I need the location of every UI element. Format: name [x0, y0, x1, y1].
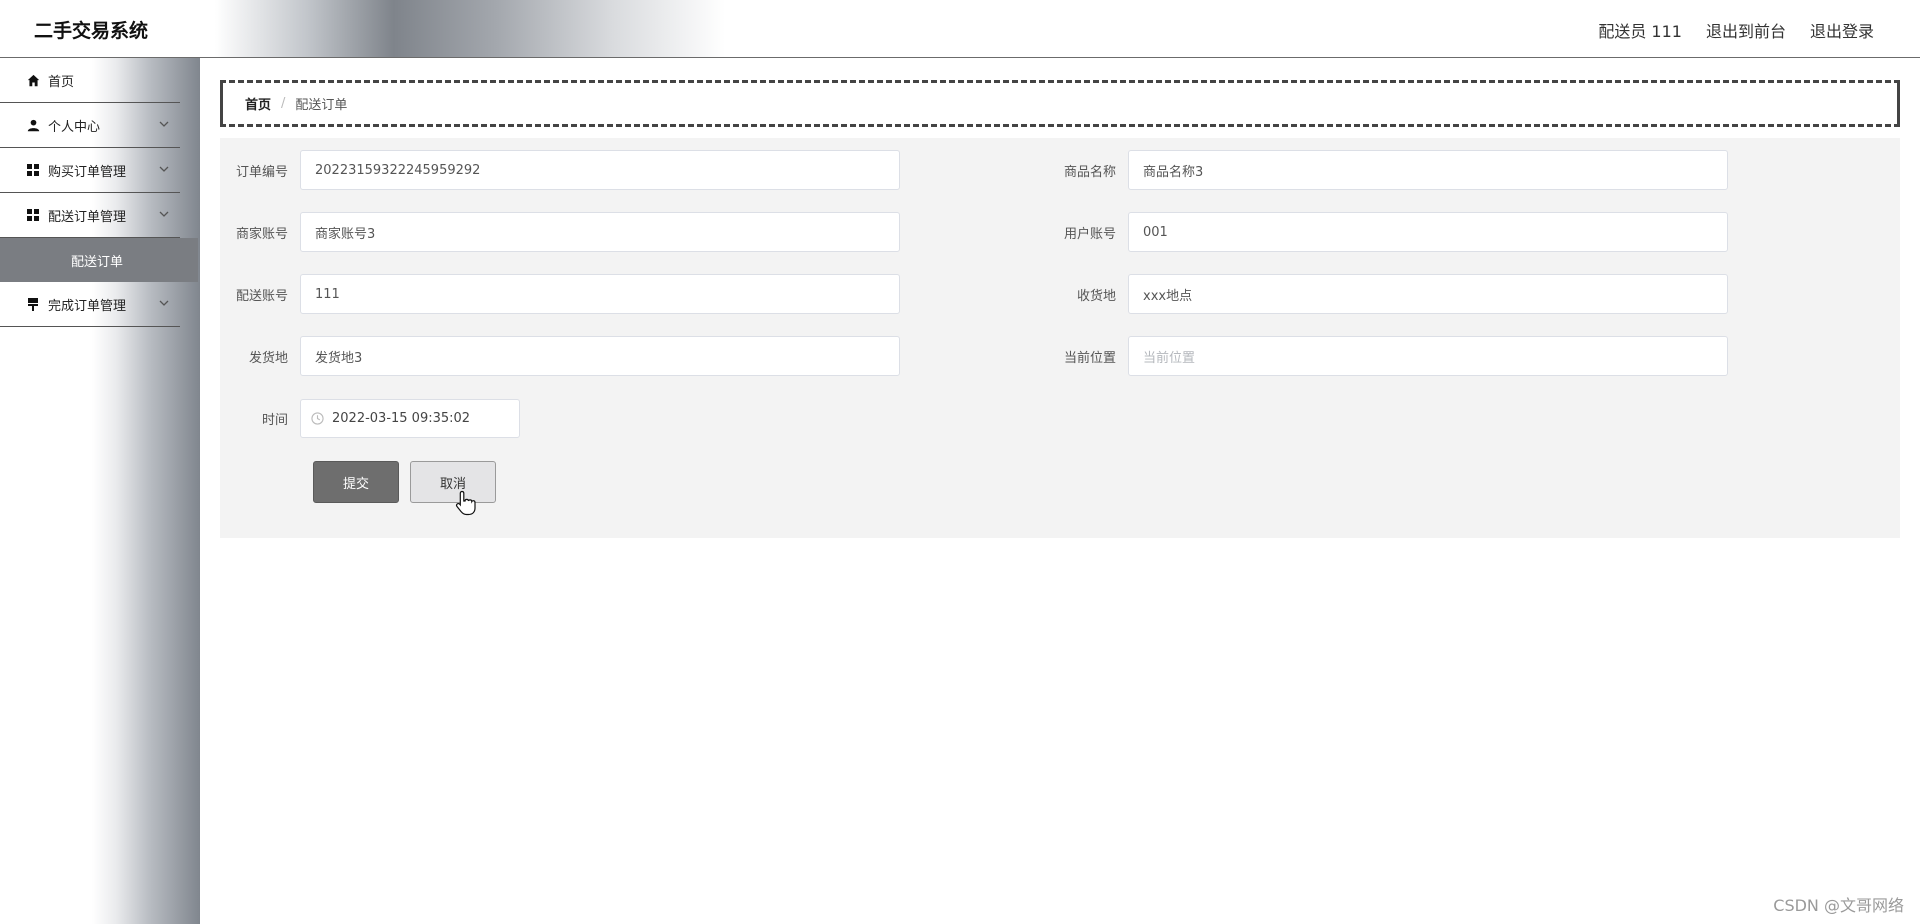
breadcrumb-separator: / — [281, 96, 286, 111]
user-icon — [26, 118, 40, 132]
time-value: 2022-03-15 09:35:02 — [332, 411, 471, 426]
sidebar-item-label: 首页 — [48, 74, 75, 90]
chevron-down-icon — [159, 300, 169, 306]
submit-button[interactable]: 提交 — [313, 461, 399, 503]
sidebar: 首页 个人中心 购买订单管理 配送订单管理 配送订单 完成订单管理 — [0, 58, 200, 924]
sidebar-item-label: 个人中心 — [48, 119, 101, 135]
merchant-account-label: 商家账号 — [235, 226, 288, 242]
receive-address-label: 收货地 — [1076, 288, 1116, 304]
chevron-down-icon — [159, 211, 169, 217]
receive-address-field: 收货地 xxx地点 — [1048, 274, 1728, 314]
delivery-account-label: 配送账号 — [235, 288, 288, 304]
header-decoration — [215, 0, 725, 57]
sidebar-item-label: 配送订单管理 — [48, 209, 127, 225]
clock-icon — [311, 412, 324, 425]
current-user-label: 配送员 111 — [1598, 22, 1682, 41]
sidebar-item-purchase-orders[interactable]: 购买订单管理 — [0, 148, 180, 193]
ship-address-label: 发货地 — [248, 350, 288, 366]
grid-icon — [26, 208, 40, 222]
time-picker-input[interactable]: 2022-03-15 09:35:02 — [300, 399, 520, 438]
chevron-down-icon — [159, 121, 169, 127]
breadcrumb-current: 配送订单 — [295, 98, 348, 113]
user-account-label: 用户账号 — [1063, 226, 1116, 242]
cancel-button[interactable]: 取消 — [410, 461, 496, 503]
order-form: 订单编号 20223159322245959292 商品名称 商品名称3 商家账… — [220, 138, 1900, 538]
breadcrumb-home[interactable]: 首页 — [245, 94, 271, 113]
app-title: 二手交易系统 — [34, 20, 149, 42]
merchant-account-field: 商家账号 商家账号3 — [220, 212, 900, 252]
current-location-input[interactable]: 当前位置 — [1128, 336, 1728, 376]
sidebar-item-label: 购买订单管理 — [48, 164, 127, 180]
logout-link[interactable]: 退出登录 — [1810, 18, 1874, 42]
product-name-field: 商品名称 商品名称3 — [1048, 150, 1728, 190]
time-field: 时间 2022-03-15 09:35:02 — [220, 399, 520, 438]
order-no-field: 订单编号 20223159322245959292 — [220, 150, 900, 190]
current-location-field: 当前位置 当前位置 — [1048, 336, 1728, 376]
ship-address-field: 发货地 发货地3 — [220, 336, 900, 376]
current-location-label: 当前位置 — [1063, 350, 1116, 366]
sidebar-item-personal-center[interactable]: 个人中心 — [0, 103, 180, 148]
back-to-front-link[interactable]: 退出到前台 — [1706, 18, 1786, 42]
watermark: CSDN @文哥网络 — [1773, 896, 1904, 915]
user-account-input[interactable]: 001 — [1128, 212, 1728, 252]
hand-cursor-icon — [455, 490, 476, 516]
receive-address-input[interactable]: xxx地点 — [1128, 274, 1728, 314]
sidebar-item-label: 完成订单管理 — [48, 298, 127, 314]
delivery-account-input[interactable]: 111 — [300, 274, 900, 314]
order-no-label: 订单编号 — [235, 164, 288, 180]
sidebar-item-delivery-orders[interactable]: 配送订单管理 — [0, 193, 180, 238]
header-actions: 配送员 111 退出到前台 退出登录 — [1598, 18, 1874, 42]
sidebar-subitem-delivery-order[interactable]: 配送订单 — [0, 238, 198, 282]
product-name-label: 商品名称 — [1063, 164, 1116, 180]
home-icon — [26, 73, 40, 87]
flag-icon — [26, 297, 40, 311]
order-no-input[interactable]: 20223159322245959292 — [300, 150, 900, 190]
ship-address-input[interactable]: 发货地3 — [300, 336, 900, 376]
sidebar-item-home[interactable]: 首页 — [0, 58, 180, 103]
merchant-account-input[interactable]: 商家账号3 — [300, 212, 900, 252]
user-account-field: 用户账号 001 — [1048, 212, 1728, 252]
breadcrumb: 首页 / 配送订单 — [220, 80, 1900, 127]
sidebar-item-completed-orders[interactable]: 完成订单管理 — [0, 282, 180, 327]
delivery-account-field: 配送账号 111 — [220, 274, 900, 314]
chevron-down-icon — [159, 166, 169, 172]
grid-icon — [26, 163, 40, 177]
time-label: 时间 — [261, 413, 288, 428]
product-name-input[interactable]: 商品名称3 — [1128, 150, 1728, 190]
top-header: 二手交易系统 配送员 111 退出到前台 退出登录 — [0, 0, 1920, 58]
